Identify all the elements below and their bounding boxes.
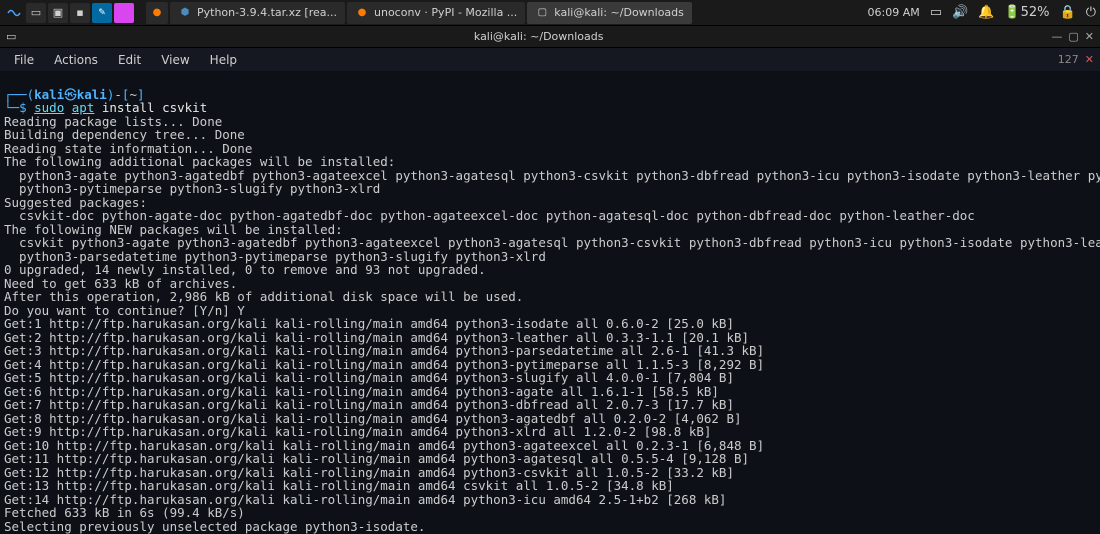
- python-icon: ⬢: [178, 6, 192, 20]
- display-icon[interactable]: ▭: [930, 5, 942, 20]
- panel-right: 06:09 AM ▭ 🔊 🔔 🔋52% 🔒 ⏻: [868, 5, 1096, 20]
- battery-icon[interactable]: 🔋52%: [1004, 5, 1049, 20]
- task-firefox[interactable]: ●: [146, 2, 168, 24]
- window-controls: — ▢ ✕: [1051, 30, 1094, 43]
- task-terminal[interactable]: ▢ kali@kali: ~/Downloads: [527, 2, 692, 24]
- menu-help[interactable]: Help: [202, 51, 245, 69]
- firefox-icon: ●: [355, 6, 369, 20]
- window-menu-icon[interactable]: ▭: [6, 30, 20, 44]
- task-python-archive[interactable]: ⬢ Python-3.9.4.tar.xz [rea...: [170, 2, 345, 24]
- power-icon[interactable]: ⏻: [1086, 5, 1096, 20]
- files-icon[interactable]: ▣: [48, 3, 68, 23]
- task-label: Python-3.9.4.tar.xz [rea...: [197, 6, 337, 19]
- panel-launchers: ▭ ▣ ▪ ✎: [4, 3, 134, 23]
- minimize-button[interactable]: —: [1051, 30, 1062, 43]
- menu-file[interactable]: File: [6, 51, 42, 69]
- maximize-button[interactable]: ▢: [1068, 30, 1078, 43]
- menu-edit[interactable]: Edit: [110, 51, 149, 69]
- menubar: File Actions Edit View Help 127 ✕: [0, 48, 1100, 72]
- volume-icon[interactable]: 🔊: [952, 5, 968, 20]
- show-desktop-icon[interactable]: ▭: [26, 3, 46, 23]
- app-launcher-icon[interactable]: [114, 3, 134, 23]
- top-panel: ▭ ▣ ▪ ✎ ● ⬢ Python-3.9.4.tar.xz [rea... …: [0, 0, 1100, 26]
- panel-left: ▭ ▣ ▪ ✎ ● ⬢ Python-3.9.4.tar.xz [rea... …: [4, 2, 692, 24]
- menu-view[interactable]: View: [153, 51, 197, 69]
- close-button[interactable]: ✕: [1085, 30, 1094, 43]
- terminal-icon: ▢: [535, 6, 549, 20]
- battery-percent: 52%: [1021, 5, 1050, 20]
- tab-status: 127 ✕: [1058, 53, 1094, 66]
- notifications-icon[interactable]: 🔔: [978, 5, 994, 20]
- clock[interactable]: 06:09 AM: [868, 6, 920, 19]
- task-label: unoconv · PyPI - Mozilla ...: [374, 6, 517, 19]
- kali-menu-icon[interactable]: [4, 3, 24, 23]
- column-count: 127: [1058, 53, 1079, 66]
- editor-icon[interactable]: ✎: [92, 3, 112, 23]
- task-label: kali@kali: ~/Downloads: [554, 6, 684, 19]
- task-unoconv[interactable]: ● unoconv · PyPI - Mozilla ...: [347, 2, 525, 24]
- lock-icon[interactable]: 🔒: [1060, 5, 1076, 20]
- terminal-output[interactable]: ┌──(kali㉿kali)-[~] └─$ sudo apt install …: [0, 72, 1100, 534]
- menu-actions[interactable]: Actions: [46, 51, 106, 69]
- terminal-launcher-icon[interactable]: ▪: [70, 3, 90, 23]
- taskbar-tasks: ● ⬢ Python-3.9.4.tar.xz [rea... ● unocon…: [146, 2, 692, 24]
- window-title: kali@kali: ~/Downloads: [26, 30, 1051, 43]
- window-titlebar[interactable]: ▭ kali@kali: ~/Downloads — ▢ ✕: [0, 26, 1100, 48]
- tab-close-icon[interactable]: ✕: [1085, 53, 1094, 66]
- firefox-icon: ●: [150, 6, 164, 20]
